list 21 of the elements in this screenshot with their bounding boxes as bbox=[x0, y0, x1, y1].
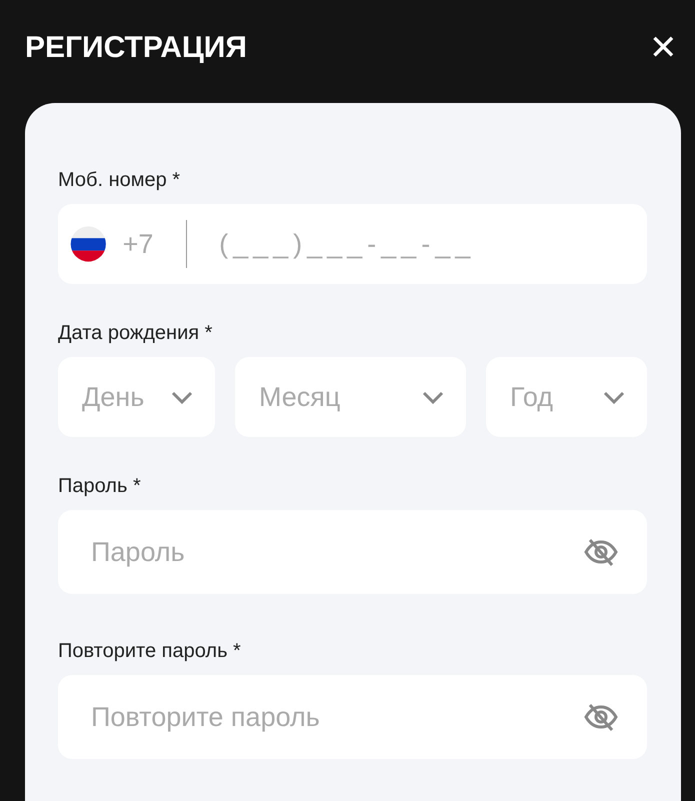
chevron-down-icon bbox=[171, 390, 193, 404]
password-field[interactable]: Пароль bbox=[58, 510, 647, 594]
password-input[interactable]: Повторите пароль bbox=[89, 700, 583, 734]
chevron-down-icon bbox=[422, 390, 444, 404]
field-label: Моб. номер * bbox=[58, 169, 182, 192]
close-button[interactable]: ✕ bbox=[645, 30, 681, 64]
phone-field[interactable]: +7 (___)___-__-__ bbox=[58, 204, 647, 284]
chevron-down-icon bbox=[603, 390, 625, 404]
page-title: РЕГИСТРАЦИЯ bbox=[25, 30, 247, 64]
phone-number-input[interactable]: (___)___-__-__ bbox=[217, 228, 635, 260]
field-label: Повторите пароль * bbox=[58, 640, 242, 663]
field-label: Дата рождения * bbox=[58, 322, 214, 345]
field-label: Пароль * bbox=[58, 475, 142, 498]
country-code: +7 bbox=[122, 228, 154, 260]
password-input[interactable]: Пароль bbox=[89, 536, 583, 568]
year-select[interactable]: Год bbox=[486, 357, 647, 437]
eye-slash-icon[interactable] bbox=[583, 537, 619, 567]
day-select[interactable]: День bbox=[58, 357, 215, 437]
eye-slash-icon[interactable] bbox=[583, 702, 619, 732]
month-select[interactable]: Месяц bbox=[235, 357, 466, 437]
password-field[interactable]: Повторите пароль bbox=[58, 675, 647, 759]
